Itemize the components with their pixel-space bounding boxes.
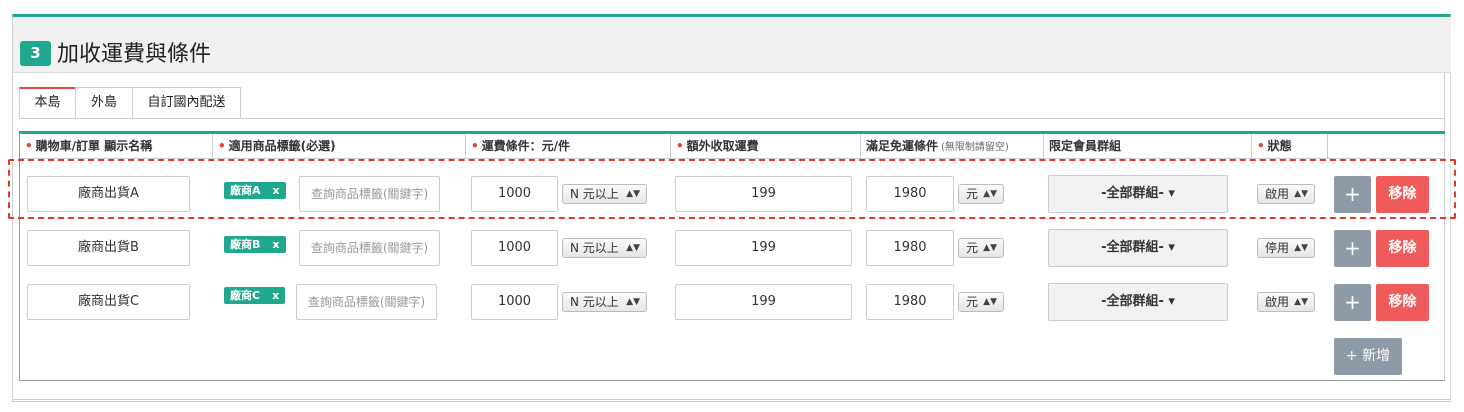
select-arrows-icon: ▲▼ xyxy=(626,243,640,253)
table-header: • 購物車/訂單 顯示名稱 • 適用商品標籤(必選) • 運費條件：元/件 • 額外收取… xyxy=(20,134,1445,159)
remove-row-button[interactable]: 移除 xyxy=(1376,230,1429,267)
caret-down-icon: ▾ xyxy=(1168,186,1175,201)
tag-search-input[interactable]: 查詢商品標籤(關鍵字) xyxy=(299,230,440,266)
display-name-input[interactable]: 廠商出貨C xyxy=(27,284,190,320)
free-condition-input[interactable]: 1980 xyxy=(866,230,954,266)
select-arrows-icon: ▲▼ xyxy=(1294,297,1308,307)
section-body: 本島 外島 自訂國內配送 • 購物車/訂單 顯示名稱 • 適用商品標籤(必選) • 運… xyxy=(19,73,1445,381)
col-tags: • 適用商品標籤(必選) xyxy=(213,134,466,159)
col-free-condition: 滿足免運條件 (無限制請留空) xyxy=(861,134,1044,159)
member-group-dropdown[interactable]: -全部群組- ▾ xyxy=(1048,229,1228,267)
select-arrows-icon: ▲▼ xyxy=(626,189,640,199)
free-condition-input[interactable]: 1980 xyxy=(866,284,954,320)
condition-unit-select[interactable]: N 元以上 ▲▼ xyxy=(562,184,647,204)
tab-main-island[interactable]: 本島 xyxy=(19,87,76,119)
tag-chip: 廠商C x xyxy=(224,287,286,304)
chip-remove-icon[interactable]: x xyxy=(273,184,280,197)
table-row: 廠商出貨C 廠商C x 查詢商品標籤(關鍵字) 1000 N 元以上 ▲▼ 199 … xyxy=(20,283,1445,321)
tab-custom-domestic[interactable]: 自訂國內配送 xyxy=(132,87,241,119)
select-arrows-icon: ▲▼ xyxy=(1294,189,1308,199)
table-row: 廠商出貨B 廠商B x 查詢商品標籤(關鍵字) 1000 N 元以上 ▲▼ 199 … xyxy=(20,229,1445,267)
remove-row-button[interactable]: 移除 xyxy=(1376,284,1429,321)
free-condition-input[interactable]: 1980 xyxy=(866,176,954,212)
free-unit-select[interactable]: 元 ▲▼ xyxy=(958,184,1004,204)
add-tag-button[interactable]: + xyxy=(1334,176,1371,213)
status-select[interactable]: 啟用 ▲▼ xyxy=(1257,184,1315,204)
col-status: • 狀態 xyxy=(1252,134,1328,159)
bottom-divider xyxy=(12,399,1451,400)
col-extra-fee: • 額外收取運費 xyxy=(671,134,861,159)
free-unit-select[interactable]: 元 ▲▼ xyxy=(958,238,1004,258)
tab-outer-islands[interactable]: 外島 xyxy=(75,87,133,119)
tag-search-input[interactable]: 查詢商品標籤(關鍵字) xyxy=(299,176,440,212)
chip-remove-icon[interactable]: x xyxy=(272,238,279,251)
extra-fee-input[interactable]: 199 xyxy=(675,230,852,266)
extra-fee-input[interactable]: 199 xyxy=(675,176,852,212)
select-arrows-icon: ▲▼ xyxy=(983,189,997,199)
add-tag-button[interactable]: + xyxy=(1334,284,1371,321)
display-name-input[interactable]: 廠商出貨B xyxy=(27,230,190,266)
col-condition: • 運費條件：元/件 xyxy=(466,134,671,159)
member-group-dropdown[interactable]: -全部群組- ▾ xyxy=(1048,283,1228,321)
condition-unit-select[interactable]: N 元以上 ▲▼ xyxy=(562,238,647,258)
col-display-name: • 購物車/訂單 顯示名稱 xyxy=(20,134,213,159)
condition-value-input[interactable]: 1000 xyxy=(471,230,558,266)
tab-divider xyxy=(19,118,1445,119)
display-name-input[interactable]: 廠商出貨A xyxy=(27,176,190,212)
condition-value-input[interactable]: 1000 xyxy=(471,284,558,320)
status-select[interactable]: 啟用 ▲▼ xyxy=(1257,292,1315,312)
select-arrows-icon: ▲▼ xyxy=(626,297,640,307)
col-actions xyxy=(1328,134,1445,159)
remove-row-button[interactable]: 移除 xyxy=(1376,176,1429,213)
select-arrows-icon: ▲▼ xyxy=(983,297,997,307)
extra-fee-input[interactable]: 199 xyxy=(675,284,852,320)
add-row-button[interactable]: + 新增 xyxy=(1334,338,1402,375)
condition-unit-select[interactable]: N 元以上 ▲▼ xyxy=(562,292,647,312)
caret-down-icon: ▾ xyxy=(1168,240,1175,255)
condition-value-input[interactable]: 1000 xyxy=(471,176,558,212)
section-header: 3 加收運費與條件 xyxy=(13,17,1451,73)
tag-chip: 廠商B x xyxy=(224,236,286,253)
member-group-dropdown[interactable]: -全部群組- ▾ xyxy=(1048,175,1228,213)
select-arrows-icon: ▲▼ xyxy=(1294,243,1308,253)
status-select[interactable]: 停用 ▲▼ xyxy=(1257,238,1315,258)
caret-down-icon: ▾ xyxy=(1168,294,1175,309)
select-arrows-icon: ▲▼ xyxy=(983,243,997,253)
chip-remove-icon[interactable]: x xyxy=(272,289,279,302)
add-tag-button[interactable]: + xyxy=(1334,230,1371,267)
tag-chip: 廠商A x xyxy=(224,182,286,199)
step-badge: 3 xyxy=(20,41,51,66)
tag-search-input[interactable]: 查詢商品標籤(關鍵字) xyxy=(296,284,437,320)
shipping-fee-panel: 3 加收運費與條件 本島 外島 自訂國內配送 • 購物車/訂單 顯示名稱 • 適用商… xyxy=(12,14,1451,402)
table-row: 廠商出貨A 廠商A x 查詢商品標籤(關鍵字) 1000 N 元以上 ▲▼ 199 … xyxy=(20,175,1445,213)
free-unit-select[interactable]: 元 ▲▼ xyxy=(958,292,1004,312)
col-member-group: 限定會員群組 xyxy=(1044,134,1252,159)
section-title: 加收運費與條件 xyxy=(57,42,212,67)
fee-table: • 購物車/訂單 顯示名稱 • 適用商品標籤(必選) • 運費條件：元/件 • 額外收取… xyxy=(19,131,1445,381)
